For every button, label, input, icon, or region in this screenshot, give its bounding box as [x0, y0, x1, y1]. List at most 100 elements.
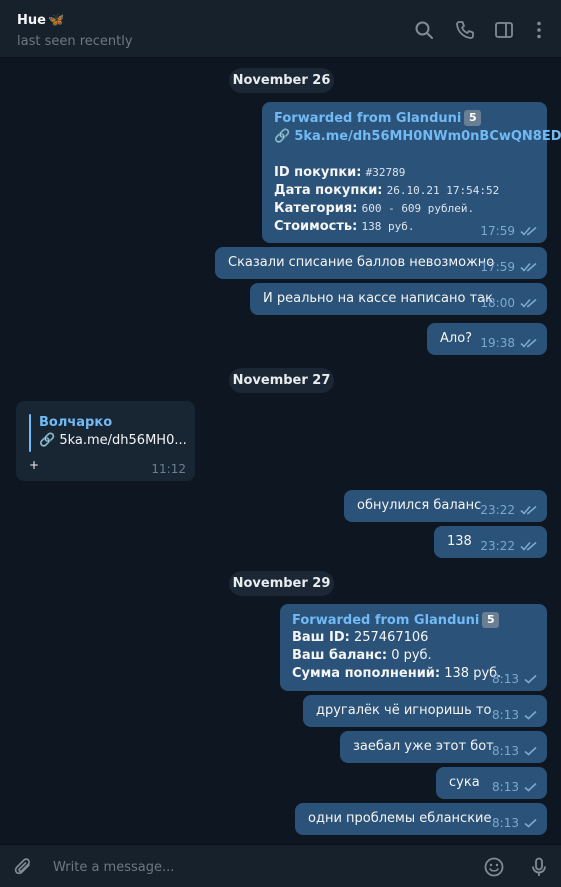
- message-time: 17:59: [480, 224, 515, 238]
- detail-row: Сумма пополнений: 138 руб.: [292, 666, 501, 681]
- sidebar-icon[interactable]: [493, 19, 515, 41]
- sent-tick-icon: [524, 818, 537, 828]
- forwarded-header: Forwarded from Glanduni 5: [292, 612, 500, 628]
- phone-icon[interactable]: [454, 19, 476, 41]
- message-time: 19:38: [480, 336, 515, 350]
- message-time: 8:13: [492, 708, 519, 722]
- outgoing-message[interactable]: И реально на кассе написано так 18:00: [250, 283, 547, 315]
- reply-author[interactable]: Волчарко: [39, 415, 112, 430]
- detail-label: Ваш ID:: [292, 630, 350, 645]
- forwarded-label[interactable]: Forwarded from Glanduni: [292, 613, 479, 628]
- forwarded-message[interactable]: Forwarded from Glanduni 5 🔗 5ka.me/dh56MH…: [262, 102, 561, 243]
- message-meta: 19:38: [480, 336, 538, 350]
- detail-label: Сумма пополнений:: [292, 666, 441, 681]
- sent-tick-icon: [524, 746, 537, 756]
- detail-row: Ваш баланс: 0 руб.: [292, 648, 432, 663]
- reply-preview[interactable]: 🔗 5ka.me/dh56MH0...: [39, 433, 187, 448]
- outgoing-message[interactable]: заебал уже этот бот 8:13: [340, 731, 547, 763]
- reply-text: 5ka.me/dh56MH0...: [59, 433, 187, 448]
- message-list[interactable]: November 26 Forwarded from Glanduni 5 🔗 5…: [0, 58, 561, 844]
- detail-value: 26.10.21 17:54:52: [386, 184, 500, 197]
- read-ticks-icon: [520, 505, 537, 515]
- message-meta: 23:22: [480, 539, 538, 553]
- link-row: 🔗 5ka.me/dh56MH0NWm0nBCwQN8ED3: [274, 129, 561, 144]
- date-separator: November 26: [229, 68, 334, 93]
- message-text: Сказали списание баллов невозможно: [228, 255, 495, 270]
- detail-value: #32789: [365, 166, 406, 179]
- outgoing-message[interactable]: одни проблемы ебланские 8:13: [295, 803, 547, 835]
- read-ticks-icon: [520, 541, 537, 551]
- message-meta: 8:13: [492, 708, 538, 722]
- message-meta: 8:13: [492, 816, 538, 830]
- read-ticks-icon: [520, 298, 537, 308]
- message-meta: 23:22: [480, 503, 538, 517]
- message-time: 8:13: [492, 780, 519, 794]
- detail-row: Категория: 600 - 609 рублей.: [274, 201, 474, 216]
- link-icon: 🔗: [39, 433, 56, 448]
- date-separator: November 27: [229, 368, 334, 393]
- detail-row: Ваш ID: 257467106: [292, 630, 428, 645]
- message-text: сука: [449, 775, 480, 790]
- message-composer: Write a message...: [0, 844, 561, 887]
- message-text: 138: [447, 534, 472, 549]
- message-text: заебал уже этот бот: [353, 739, 494, 754]
- message-time: 8:13: [492, 672, 519, 686]
- contact-name[interactable]: Hue: [17, 13, 46, 28]
- message-time: 17:59: [480, 260, 515, 274]
- message-time: 23:22: [480, 539, 515, 553]
- reply-bar: [29, 414, 31, 452]
- outgoing-message[interactable]: Сказали списание баллов невозможно 17:59: [215, 247, 547, 279]
- message-meta: 17:59: [480, 260, 538, 274]
- message-time: 8:13: [492, 744, 519, 758]
- forwarded-label[interactable]: Forwarded from Glanduni: [274, 111, 461, 126]
- message-time: 8:13: [492, 816, 519, 830]
- more-icon[interactable]: [528, 19, 550, 41]
- search-icon[interactable]: [413, 19, 435, 41]
- message-text: обнулился баланс: [357, 498, 482, 513]
- outgoing-message[interactable]: другалёк чё игноришь то 8:13: [303, 695, 547, 727]
- message-meta: 17:59: [480, 224, 538, 238]
- message-meta: 11:12: [151, 462, 186, 476]
- detail-label: ID покупки:: [274, 165, 362, 180]
- read-ticks-icon: [520, 226, 537, 236]
- message-link[interactable]: 5ka.me/dh56MH0NWm0nBCwQN8ED3: [294, 129, 561, 144]
- sent-tick-icon: [524, 674, 537, 684]
- detail-label: Категория:: [274, 201, 358, 216]
- read-ticks-icon: [520, 262, 537, 272]
- outgoing-message[interactable]: 138 23:22: [434, 526, 547, 558]
- outgoing-message[interactable]: обнулился баланс 23:22: [344, 490, 547, 522]
- message-time: 18:00: [480, 296, 515, 310]
- keycap-badge: 5: [482, 612, 500, 628]
- outgoing-message[interactable]: сука 8:13: [436, 767, 547, 799]
- message-time: 23:22: [480, 503, 515, 517]
- sent-tick-icon: [524, 782, 537, 792]
- message-text: Ало?: [440, 331, 473, 346]
- message-time: 11:12: [151, 462, 186, 476]
- message-meta: 8:13: [492, 744, 538, 758]
- message-meta: 8:13: [492, 780, 538, 794]
- detail-value: 0 руб.: [391, 648, 432, 663]
- detail-row: Дата покупки: 26.10.21 17:54:52: [274, 183, 499, 198]
- attach-icon[interactable]: [13, 856, 35, 878]
- outgoing-message[interactable]: Ало? 19:38: [427, 323, 547, 355]
- detail-row: Стоимость: 138 руб.: [274, 219, 414, 234]
- emoji-icon[interactable]: [483, 856, 505, 878]
- forwarded-header: Forwarded from Glanduni 5: [274, 110, 482, 126]
- incoming-message[interactable]: Волчарко 🔗 5ka.me/dh56MH0... + 11:12: [16, 401, 195, 481]
- message-input[interactable]: Write a message...: [53, 860, 174, 875]
- read-ticks-icon: [520, 338, 537, 348]
- link-icon: 🔗: [274, 129, 291, 144]
- message-text: другалёк чё игноришь то: [316, 703, 492, 718]
- message-meta: 18:00: [480, 296, 538, 310]
- detail-label: Стоимость:: [274, 219, 358, 234]
- sent-tick-icon: [524, 710, 537, 720]
- contact-name-row[interactable]: Hue 🦋: [17, 13, 64, 28]
- message-meta: 8:13: [492, 672, 538, 686]
- keycap-badge: 5: [464, 110, 482, 126]
- message-text: одни проблемы ебланские: [308, 811, 492, 826]
- detail-label: Ваш баланс:: [292, 648, 388, 663]
- forwarded-message[interactable]: Forwarded from Glanduni 5 Ваш ID: 2574671…: [280, 604, 547, 691]
- date-separator: November 29: [229, 571, 334, 596]
- microphone-icon[interactable]: [528, 856, 550, 878]
- detail-value: 600 - 609 рублей.: [361, 202, 475, 215]
